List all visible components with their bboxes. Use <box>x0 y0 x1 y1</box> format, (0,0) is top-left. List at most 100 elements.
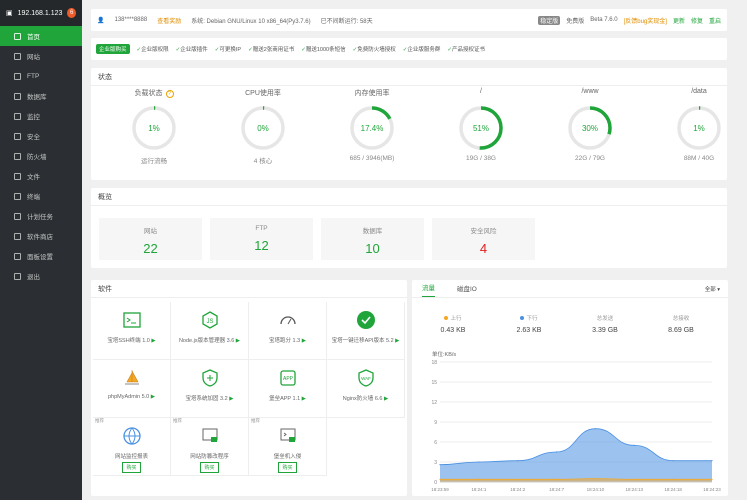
notification-badge[interactable]: 6 <box>67 8 76 18</box>
traffic-chart: 单位:KB/s 0 3 6 9 12 15 18 18:23:59 18:24:1 18:24:2 1… <box>431 350 721 492</box>
software-item[interactable]: 推荐 网站防篡改程序 购买 <box>171 418 249 476</box>
x-tick-label: 18:24:10 <box>587 487 605 492</box>
software-item[interactable]: 宝塔SSH终端 1.0 ▶ <box>93 302 171 360</box>
traffic-panel: 流量 磁盘IO 全部 ▾ 单位:KB/s 0 3 6 9 12 15 18 18:23:59 18… <box>412 280 728 496</box>
gauge-label-text: /www <box>581 88 599 95</box>
tab-disk-io[interactable]: 磁盘IO <box>457 283 477 297</box>
gauge-value: 1% <box>693 124 705 133</box>
gauge-ring: 0% <box>241 106 285 150</box>
software-item[interactable]: 宝塔系统加固 3.2 ▶ <box>171 360 249 418</box>
gauge-label: /www <box>535 88 645 100</box>
gauge-label: CPU使用率 <box>208 88 318 100</box>
gauge-label-text: 内存使用率 <box>354 90 390 97</box>
software-item[interactable]: 宝塔一键迁移API版本 5.2 ▶ <box>327 302 405 360</box>
sidebar-item-label: 文件 <box>27 174 40 181</box>
buy-enterprise-button[interactable]: 企业版购买 <box>96 44 130 54</box>
gauge-label-text: / <box>480 88 482 95</box>
software-name-text: phpMyAdmin 5.0 <box>107 394 150 400</box>
sidebar-item-1[interactable]: 网站 <box>0 46 82 66</box>
traffic-stat-label: 上行 <box>418 314 488 322</box>
traffic-stat-label-text: 总发送 <box>596 316 614 322</box>
sidebar-item-0[interactable]: 首页 <box>0 26 82 46</box>
sidebar-item-7[interactable]: 文件 <box>0 166 82 186</box>
software-item[interactable]: 推荐 网站监控报表 购买 <box>93 418 171 476</box>
series-area-0 <box>440 428 712 482</box>
software-item[interactable]: phpMyAdmin 5.0 ▶ <box>93 360 171 418</box>
gauge-5[interactable]: /data 1% 88M / 40G <box>644 88 747 162</box>
software-item[interactable]: JS Node.js版本管理器 3.6 ▶ <box>171 302 249 360</box>
sidebar-item-10[interactable]: 软件商店 <box>0 226 82 246</box>
server-icon: ▣ <box>6 10 13 17</box>
sidebar-item-8[interactable]: 终端 <box>0 186 82 206</box>
overview-card[interactable]: 安全风险 4 <box>432 218 535 260</box>
overview-card[interactable]: FTP 12 <box>210 218 313 260</box>
repair-link[interactable]: 修复 <box>691 16 703 25</box>
software-item[interactable]: 推荐 堡垒机入侵 购买 <box>249 418 327 476</box>
play-icon[interactable]: ▶ <box>228 396 233 402</box>
software-item[interactable]: WAF Nginx防火墙 6.6 ▶ <box>327 360 405 418</box>
play-icon[interactable]: ▶ <box>300 396 306 402</box>
traffic-tabs: 流量 磁盘IO 全部 ▾ <box>412 280 728 298</box>
update-link[interactable]: 更新 <box>673 16 685 25</box>
play-icon[interactable]: ▶ <box>150 338 155 344</box>
feature-item: ✓免费防火墙授权 <box>353 45 396 53</box>
gauge-2[interactable]: 内存使用率 17.4% 685 / 3946(MB) <box>317 88 427 162</box>
sidebar-item-11[interactable]: 面板设置 <box>0 246 82 266</box>
play-icon[interactable]: ▶ <box>394 338 399 344</box>
sidebar-item-5[interactable]: 安全 <box>0 126 82 146</box>
sidebar-item-9[interactable]: 计划任务 <box>0 206 82 226</box>
software-name-text: 宝塔跑分 1.3 <box>269 338 301 344</box>
y-tick-label: 18 <box>431 360 437 366</box>
software-name-text: Nginx防火墙 6.6 <box>342 396 383 402</box>
sidebar-nav: 首页 网站 FTP 数据库监控 安全 防火墙文件终端 计划任务 软件商店 面板设置 退出 <box>0 26 82 286</box>
software-name-text: 堡垒APP 1.1 <box>269 396 301 402</box>
play-icon[interactable]: ▶ <box>382 396 388 402</box>
tab-traffic[interactable]: 流量 <box>422 282 435 297</box>
buy-button[interactable]: 购买 <box>122 462 141 473</box>
sidebar-item-label: 数据库 <box>27 94 47 101</box>
data-point <box>555 478 558 480</box>
software-name: 宝塔一键迁移API版本 5.2 ▶ <box>327 336 404 344</box>
bind-reward-link[interactable]: 查看奖励 <box>157 16 181 25</box>
server-host[interactable]: ▣ 192.168.1.123 6 <box>0 0 82 26</box>
interface-select[interactable]: 全部 ▾ <box>705 285 720 293</box>
software-item[interactable]: 宝塔跑分 1.3 ▶ <box>249 302 327 360</box>
feature-label: 赠送2张商用证书 <box>252 47 295 53</box>
gauge-1[interactable]: CPU使用率 0% 4 核心 <box>208 88 318 165</box>
overview-label: 安全风险 <box>470 228 497 235</box>
help-icon[interactable]: ? <box>165 90 174 98</box>
user-phone[interactable]: 138****8888 <box>114 17 147 23</box>
gauge-3[interactable]: / 51% 19G / 38G <box>426 88 536 162</box>
software-item[interactable]: APP 堡垒APP 1.1 ▶ <box>249 360 327 418</box>
restart-link[interactable]: 重启 <box>709 16 721 25</box>
overview-card[interactable]: 网站 22 <box>99 218 202 260</box>
gauge-label: 负载状态? <box>99 88 209 100</box>
database-icon <box>14 92 21 100</box>
traffic-stat-label-text: 下行 <box>526 316 538 322</box>
software-panel: 软件 宝塔SSH终端 1.0 ▶ JS Node.js版本管理器 3.6 ▶ 宝塔跑分… <box>91 280 407 496</box>
sidebar-item-4[interactable]: 监控 <box>0 106 82 126</box>
feedback-link[interactable]: [反馈bug奖现金] <box>624 16 667 25</box>
software-name: Nginx防火墙 6.6 ▶ <box>327 394 404 402</box>
gauge-4[interactable]: /www 30% 22G / 79G <box>535 88 645 162</box>
play-icon[interactable]: ▶ <box>234 338 240 344</box>
software-name-text: Node.js版本管理器 3.6 <box>178 338 235 344</box>
overview-value: 12 <box>254 238 269 253</box>
sidebar-item-12[interactable]: 退出 <box>0 266 82 286</box>
sidebar-item-6[interactable]: 防火墙 <box>0 146 82 166</box>
traffic-stat-label: 总接收 <box>646 314 716 322</box>
terminal-icon <box>122 310 142 330</box>
x-tick-label: 18:23:59 <box>431 487 449 492</box>
gauge-label-text: CPU使用率 <box>245 90 281 97</box>
sidebar-item-3[interactable]: 数据库 <box>0 86 82 106</box>
overview-label: 数据库 <box>362 228 383 235</box>
overview-card[interactable]: 数据库 10 <box>321 218 424 260</box>
play-icon[interactable]: ▶ <box>149 394 155 400</box>
sidebar-item-2[interactable]: FTP <box>0 66 82 86</box>
buy-button[interactable]: 购买 <box>278 462 297 473</box>
play-icon[interactable]: ▶ <box>300 338 306 344</box>
traffic-stat-label: 总发送 <box>570 314 640 322</box>
buy-button[interactable]: 购买 <box>200 462 219 473</box>
data-point <box>517 460 519 462</box>
gauge-0[interactable]: 负载状态? 1% 运行流畅 <box>99 88 209 165</box>
